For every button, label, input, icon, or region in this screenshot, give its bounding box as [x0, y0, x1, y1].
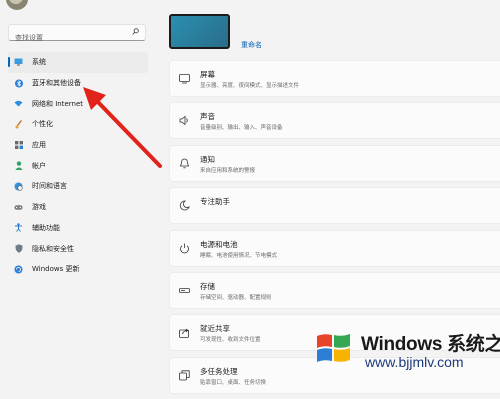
device-thumbnail	[169, 14, 230, 49]
sidebar-item-gaming[interactable]: 游戏	[8, 197, 148, 218]
card-sound[interactable]: 声音 音量级别、输出、输入、声音设备	[169, 102, 500, 140]
sidebar-item-network[interactable]: 网络和 Internet	[8, 93, 148, 114]
update-icon	[14, 265, 23, 274]
card-title: 专注助手	[200, 197, 230, 207]
sidebar-item-label: 游戏	[32, 203, 46, 212]
sidebar-item-label: 时间和语言	[32, 182, 67, 191]
windows-logo-icon	[317, 334, 350, 362]
sidebar-item-label: 系统	[32, 58, 46, 67]
sidebar-item-accessibility[interactable]: 辅助功能	[8, 218, 148, 239]
monitor-icon	[14, 58, 23, 67]
share-icon	[179, 329, 189, 339]
site-watermark: Windows 系统之家 www.bjjmlv.com	[315, 323, 500, 375]
card-title: 通知	[200, 154, 215, 164]
display-icon	[179, 74, 190, 84]
sidebar-item-label: Windows 更新	[32, 265, 80, 274]
apps-icon	[14, 141, 23, 150]
rename-link[interactable]: 重命名	[241, 40, 262, 50]
shield-icon	[14, 244, 23, 253]
speaker-icon	[179, 116, 188, 126]
card-title: 电源和电池	[200, 239, 238, 249]
card-title: 就近共享	[200, 324, 230, 334]
sidebar-item-label: 隐私和安全性	[32, 244, 74, 253]
card-power-battery[interactable]: 电源和电池 睡眠、电池使用情况、节电模式	[169, 229, 500, 267]
card-title: 存储	[200, 281, 215, 291]
selection-indicator	[8, 57, 10, 67]
sidebar-item-label: 个性化	[32, 120, 53, 129]
sidebar-item-system[interactable]: 系统	[8, 52, 148, 73]
storage-icon	[179, 288, 190, 293]
sidebar-item-bluetooth[interactable]: 蓝牙和其他设备	[8, 73, 148, 94]
sidebar-item-label: 辅助功能	[32, 223, 60, 232]
moon-icon	[179, 200, 190, 211]
sidebar-item-privacy-security[interactable]: 隐私和安全性	[8, 238, 148, 259]
card-storage[interactable]: 存储 存储空间、驱动器、配置规则	[169, 271, 500, 309]
search-input[interactable]	[9, 31, 125, 45]
multitask-icon	[179, 370, 190, 381]
sidebar-item-time-language[interactable]: 时间和语言	[8, 176, 148, 197]
card-title: 多任务处理	[200, 366, 238, 376]
card-notifications[interactable]: 通知 来自应用和系统的警报	[169, 144, 500, 182]
sidebar-item-personalization[interactable]: 个性化	[8, 114, 148, 135]
watermark-url: www.bjjmlv.com	[365, 354, 464, 370]
card-subtitle: 来自应用和系统的警报	[200, 167, 256, 174]
card-subtitle: 睡眠、电池使用情况、节电模式	[200, 252, 278, 259]
card-display[interactable]: 屏幕 显示器、亮度、夜间模式、显示描述文件	[169, 60, 500, 97]
card-subtitle: 可发现性、收到文件位置	[200, 337, 261, 344]
sidebar-item-windows-update[interactable]: Windows 更新	[8, 259, 148, 280]
search-box[interactable]	[8, 24, 146, 45]
globe-clock-icon	[14, 182, 23, 191]
bluetooth-icon	[14, 79, 23, 88]
card-subtitle: 显示器、亮度、夜间模式、显示描述文件	[200, 83, 300, 89]
watermark-title: Windows 系统之家	[361, 334, 500, 355]
paintbrush-icon	[14, 119, 23, 129]
power-icon	[180, 243, 189, 253]
card-title: 屏幕	[200, 70, 215, 79]
sidebar-item-label: 蓝牙和其他设备	[32, 79, 81, 88]
sidebar-item-label: 帐户	[32, 161, 46, 170]
sidebar-item-label: 网络和 Internet	[32, 99, 84, 108]
sidebar-item-apps[interactable]: 应用	[8, 135, 148, 156]
sidebar-nav: 系统 蓝牙和其他设备 网络和 Internet 个性化 应用 帐户 时间和语言 …	[8, 52, 148, 280]
accessibility-icon	[14, 223, 23, 233]
card-subtitle: 音量级别、输出、输入、声音设备	[200, 125, 283, 132]
card-title: 声音	[200, 112, 215, 122]
sidebar-item-label: 应用	[32, 141, 46, 150]
person-icon	[14, 161, 23, 171]
card-focus-assist[interactable]: 专注助手	[169, 187, 500, 225]
card-subtitle: 存储空间、驱动器、配置规则	[200, 294, 272, 301]
search-icon[interactable]	[132, 28, 139, 35]
gamepad-icon	[14, 203, 23, 212]
sidebar-item-accounts[interactable]: 帐户	[8, 155, 148, 176]
bell-icon	[179, 158, 190, 168]
card-subtitle: 贴靠窗口、桌面、任务切换	[200, 379, 267, 386]
wifi-icon	[14, 99, 23, 108]
user-avatar[interactable]	[6, 0, 28, 10]
